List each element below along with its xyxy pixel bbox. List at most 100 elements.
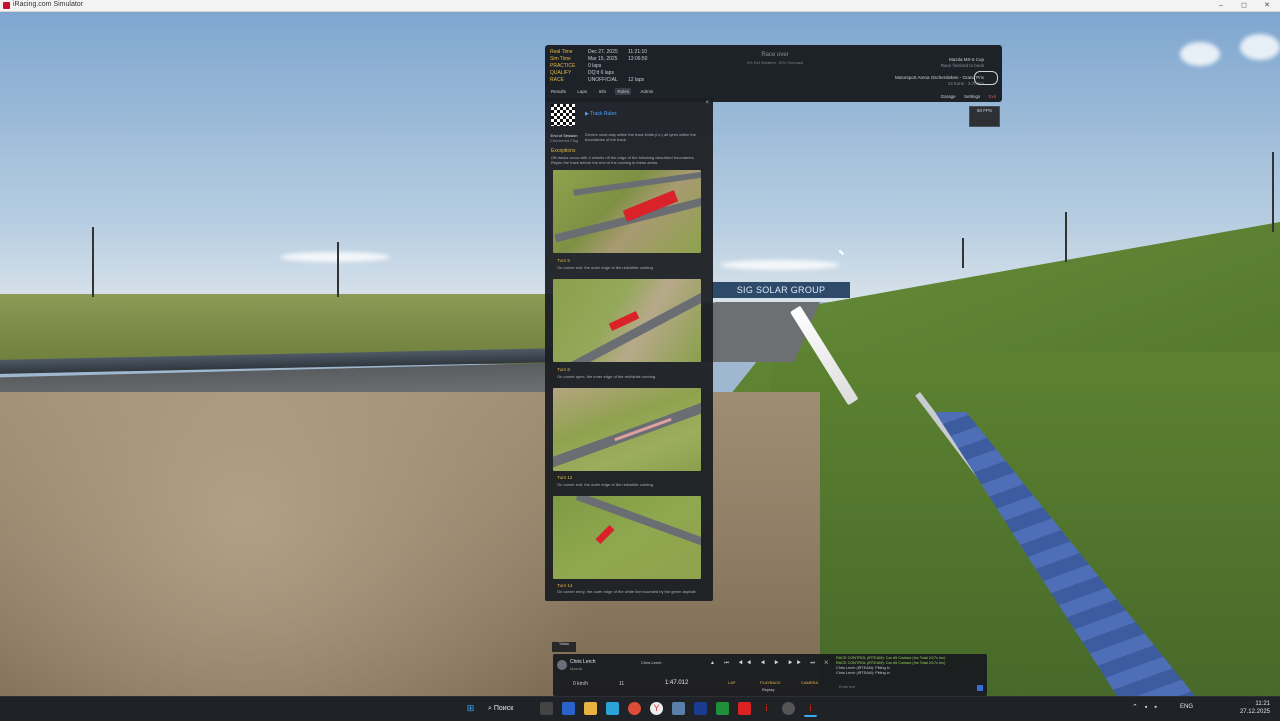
- light-pole: [92, 227, 94, 297]
- iracing-app-icon: [3, 2, 10, 9]
- hud-row-key: Real Time: [550, 49, 573, 55]
- chrome-icon[interactable]: [628, 702, 641, 715]
- steering-wheel-icon[interactable]: [782, 702, 795, 715]
- light-pole: [962, 238, 964, 268]
- turn-14-image: [553, 496, 701, 579]
- playback-label: PLAYBACK: [760, 680, 781, 685]
- cloud: [1180, 42, 1220, 66]
- close-window-button[interactable]: ✕: [1256, 0, 1278, 11]
- minimize-button[interactable]: –: [1210, 0, 1232, 11]
- turn-12-title: Turn 12: [557, 475, 573, 480]
- checkered-flag-icon: [551, 104, 575, 126]
- settings-button[interactable]: Settings: [964, 94, 980, 99]
- word-icon[interactable]: [694, 702, 707, 715]
- garage-button[interactable]: Garage: [941, 94, 956, 99]
- photos-icon[interactable]: [606, 702, 619, 715]
- clock[interactable]: 11:21 27.12.2025: [1240, 700, 1270, 716]
- speed-readout: 0 km/h: [573, 681, 589, 687]
- iracing-launcher-icon[interactable]: ⅰ: [760, 702, 773, 715]
- yandex-browser-icon[interactable]: Y: [650, 702, 663, 715]
- taskbar-search[interactable]: ⌕ Поиск: [488, 701, 528, 716]
- tab-info[interactable]: Info: [597, 88, 609, 95]
- turn-5-image: [553, 170, 701, 253]
- driver-car: Mazda: [570, 666, 583, 671]
- tab-results[interactable]: Results: [549, 88, 568, 95]
- flag-status: End of Session Checkered Flag: [549, 133, 579, 143]
- hud-row-real-time: Real Time Dec 27, 2025 11:21:10: [550, 49, 647, 55]
- hud-tabs: Results Laps Info Rules Admin: [549, 88, 661, 97]
- lap-time: 1:47.012: [665, 680, 689, 686]
- playback-controls[interactable]: ▲ ⏮ ◀◀ ◀ ▶ ▶▶ ⏭ ✕: [710, 660, 832, 666]
- track-rules-panel: End of Session Checkered Flag × Track Ru…: [545, 98, 713, 601]
- tab-admin[interactable]: Admin: [638, 88, 655, 95]
- series-name: Mazda MX-5 Cup: [948, 57, 984, 62]
- camera-label[interactable]: CAMERA: [801, 680, 818, 685]
- track-rules-title[interactable]: Track Rules: [585, 111, 617, 117]
- turn-5-desc: On corner exit, the outer edge of the re…: [557, 265, 654, 270]
- flag-status-sub: Checkered Flag: [549, 138, 579, 143]
- lap-label: LAP: [728, 680, 736, 685]
- exceptions-text: Off-tracks occur with 4 wheels off the e…: [551, 155, 695, 165]
- car-icon: [974, 71, 998, 85]
- iracing-sim-icon[interactable]: ⅰ: [804, 702, 817, 717]
- fps-widget[interactable]: 60 FPS: [969, 106, 1000, 127]
- excel-icon[interactable]: [716, 702, 729, 715]
- cloud: [280, 252, 390, 262]
- exit-button[interactable]: Exit: [988, 94, 996, 99]
- hud-row-value: DQ'd 6 laps: [588, 70, 614, 76]
- turn-8-desc: On corner apex, the inner edge of the re…: [557, 374, 657, 379]
- window-titlebar: iRacing.com Simulator – ◻ ✕: [0, 0, 1280, 12]
- close-icon[interactable]: ×: [705, 100, 709, 106]
- turn-14-title: Turn 14: [557, 583, 573, 588]
- hud-row-key: PRACTICE: [550, 63, 576, 69]
- file-explorer-icon[interactable]: [584, 702, 597, 715]
- search-label: Поиск: [493, 705, 514, 712]
- opponent-name: Chris Lerch: [641, 660, 662, 665]
- playback-mode[interactable]: Replay: [762, 687, 774, 692]
- hud-row-time: 13:06:50: [628, 56, 648, 62]
- hud-row-value: UNOFFICIAL: [588, 77, 618, 83]
- send-icon[interactable]: [977, 685, 983, 691]
- light-pole: [1272, 152, 1274, 232]
- tab-laps[interactable]: Laps: [575, 88, 589, 95]
- hud-row-key: RACE: [550, 77, 564, 83]
- input-language[interactable]: ENG: [1180, 704, 1193, 710]
- driver-name: Chris Lerch: [570, 659, 596, 665]
- hud-row-qualify: QUALIFY DQ'd 6 laps: [550, 70, 628, 76]
- hud-row-value: 0 laps: [588, 63, 602, 69]
- turn-8-image: [553, 279, 701, 362]
- clock-time: 11:21: [1255, 701, 1270, 707]
- tab-rules[interactable]: Rules: [615, 88, 631, 95]
- pointer-icon: ⬉: [838, 248, 845, 257]
- sponsor-billboard: SIG SOLAR GROUP: [712, 282, 850, 298]
- hud-row-value: Dec 27, 2025: [588, 49, 618, 55]
- store-icon[interactable]: [562, 702, 575, 715]
- hud-row-time: 12 laps: [628, 77, 645, 83]
- windows-start-icon[interactable]: ⊞: [464, 702, 477, 715]
- driver-chip[interactable]: Tobias: [552, 642, 576, 652]
- gear-readout: 11: [619, 681, 625, 687]
- exceptions-title: Exceptions: [551, 148, 576, 154]
- turn-8-title: Turn 8: [557, 367, 570, 372]
- session-info-hud: Real Time Dec 27, 2025 11:21:10 Sim Time Ma…: [545, 45, 1002, 102]
- hud-row-value: Mar 15, 2025: [588, 56, 618, 62]
- cloud: [720, 260, 840, 270]
- acrobat-icon[interactable]: [738, 702, 751, 715]
- hud-actions: Garage Settings Exit: [934, 94, 996, 99]
- cloud: [1240, 34, 1280, 60]
- light-pole: [337, 242, 339, 297]
- system-tray-icons[interactable]: ⌃▪▪: [1132, 703, 1164, 711]
- maximize-button[interactable]: ◻: [1233, 0, 1255, 11]
- light-pole: [1065, 212, 1067, 262]
- weather-summary: 0% Ret Weather, 10% Overcast: [746, 60, 804, 65]
- series-status: Race finished to book: [940, 63, 984, 68]
- session-status-title: Race over: [761, 52, 789, 58]
- task-view-icon[interactable]: [540, 702, 553, 715]
- window-title: iRacing.com Simulator: [13, 1, 84, 8]
- track-rules-intro: Drivers must stay within the track limit…: [585, 132, 696, 142]
- turn-12-image: [553, 388, 701, 471]
- turn-14-desc: On corner entry, the outer edge of the w…: [557, 589, 697, 594]
- chat-log: RACE CONTROL (iRTEAM): Car #5 Contact (I…: [836, 656, 984, 694]
- chat-input[interactable]: Enter text: [839, 685, 855, 689]
- monitor-icon[interactable]: [672, 702, 685, 715]
